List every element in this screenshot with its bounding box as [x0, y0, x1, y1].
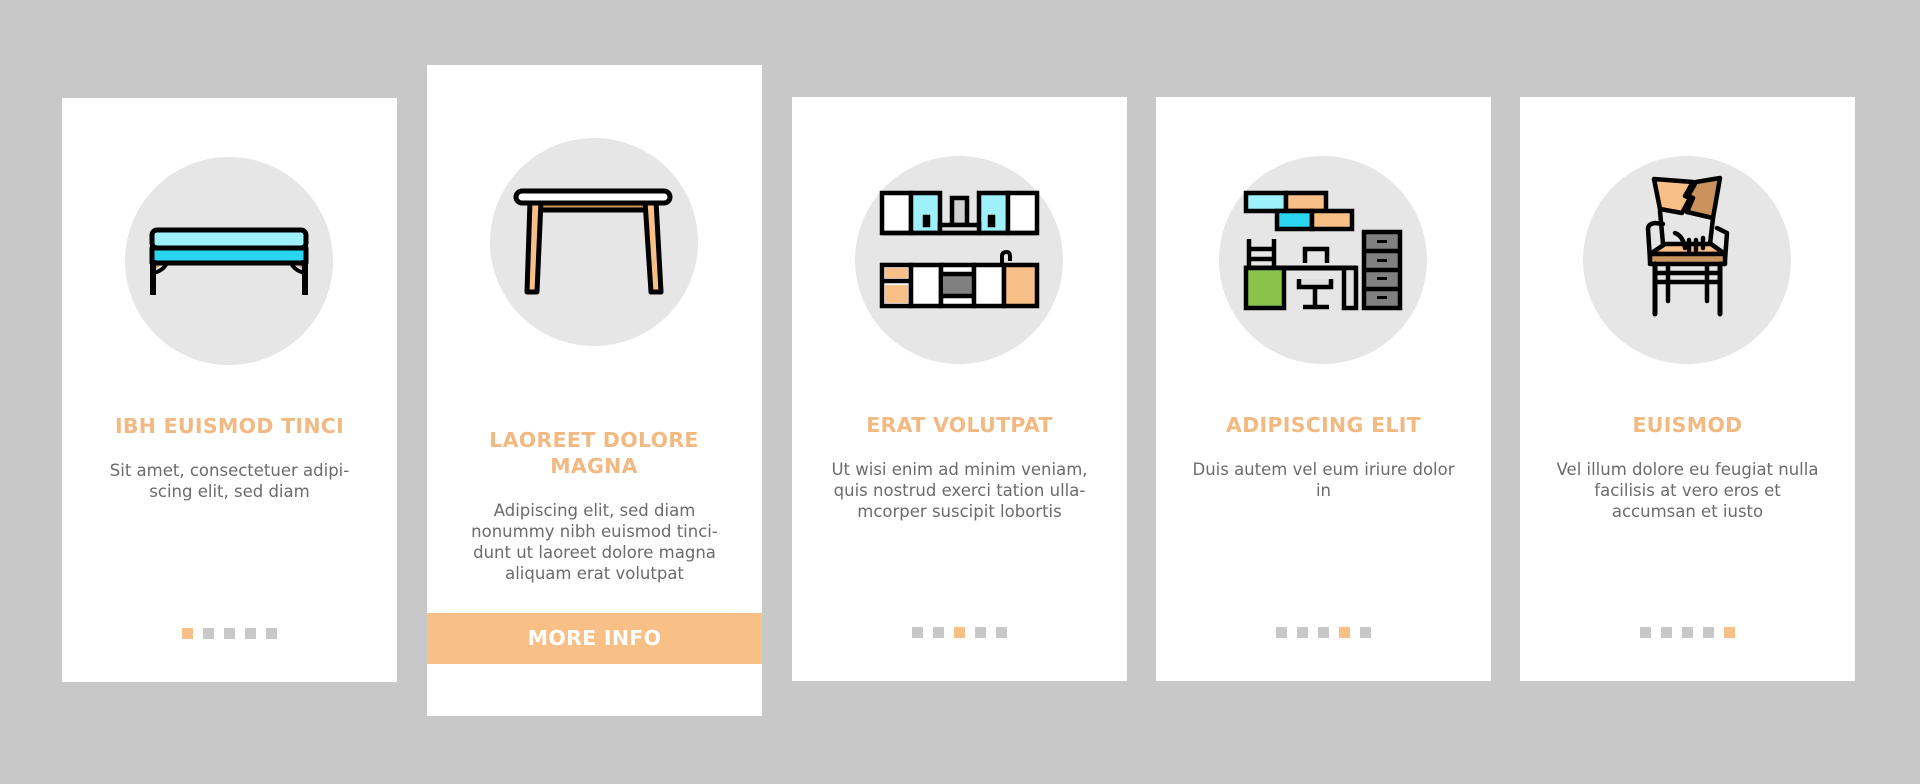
pagination-dot-2[interactable] — [1297, 627, 1308, 638]
bench-icon — [149, 227, 309, 295]
pagination-dot-3[interactable] — [1318, 627, 1329, 638]
pagination-dot-3[interactable] — [954, 627, 965, 638]
pagination-dot-5[interactable] — [1360, 627, 1371, 638]
broken-chair-icon — [1645, 175, 1730, 317]
card-title: IBH EUISMOD TINCI — [114, 414, 345, 438]
pagination-dot-4[interactable] — [1703, 627, 1714, 638]
onboarding-card-3: ERAT VOLUTPAT Ut wisi enim ad minim veni… — [792, 97, 1127, 681]
pagination-dot-3[interactable] — [224, 628, 235, 639]
icon-circle — [1219, 156, 1427, 364]
icon-circle — [125, 157, 333, 365]
pagination-dot-4[interactable] — [245, 628, 256, 639]
onboarding-card-5: EUISMOD Vel illum dolore eu feugiat null… — [1520, 97, 1855, 681]
onboarding-card-4: ADIPISCING ELIT Duis autem vel eum iriur… — [1156, 97, 1491, 681]
pagination-dot-2[interactable] — [203, 628, 214, 639]
pagination-dot-1[interactable] — [1276, 627, 1287, 638]
pagination-dot-1[interactable] — [912, 627, 923, 638]
pagination-dot-1[interactable] — [1640, 627, 1651, 638]
card-description: Ut wisi enim ad minim veniam, quis nostr… — [831, 460, 1088, 521]
pagination-dot-2[interactable] — [933, 627, 944, 638]
pagination-dot-3[interactable] — [1682, 627, 1693, 638]
pagination-dots — [792, 627, 1127, 638]
pagination-dot-4[interactable] — [1339, 627, 1350, 638]
pagination-dot-5[interactable] — [266, 628, 277, 639]
card-title: ERAT VOLUTPAT — [866, 413, 1053, 437]
card-description: Duis autem vel eum iriure dolor in — [1192, 460, 1455, 500]
onboarding-card-2: LAOREET DOLORE MAGNA Adipiscing elit, se… — [427, 65, 762, 716]
card-description: Sit amet, consectetuer adipi- scing elit… — [109, 461, 350, 501]
pagination-dot-1[interactable] — [182, 628, 193, 639]
icon-circle — [1583, 156, 1791, 364]
pagination-dot-5[interactable] — [996, 627, 1007, 638]
table-icon — [513, 188, 673, 295]
icon-circle — [855, 156, 1063, 364]
pagination-dot-4[interactable] — [975, 627, 986, 638]
kitchen-cabinets-icon — [879, 190, 1040, 309]
icon-circle — [490, 138, 698, 346]
card-title: LAOREET DOLORE MAGNA — [489, 428, 699, 478]
card-description: Adipiscing elit, sed diam nonummy nibh e… — [471, 501, 718, 583]
more-info-button[interactable]: MORE INFO — [427, 613, 762, 664]
pagination-dots — [1520, 627, 1855, 638]
office-desk-icon — [1243, 190, 1403, 311]
card-description: Vel illum dolore eu feugiat nulla facili… — [1556, 460, 1819, 521]
card-title: ADIPISCING ELIT — [1226, 413, 1421, 437]
card-title: EUISMOD — [1632, 413, 1743, 437]
pagination-dots — [1156, 627, 1491, 638]
pagination-dot-5[interactable] — [1724, 627, 1735, 638]
pagination-dots — [62, 628, 397, 639]
onboarding-card-1: IBH EUISMOD TINCI Sit amet, consectetuer… — [62, 98, 397, 682]
pagination-dot-2[interactable] — [1661, 627, 1672, 638]
